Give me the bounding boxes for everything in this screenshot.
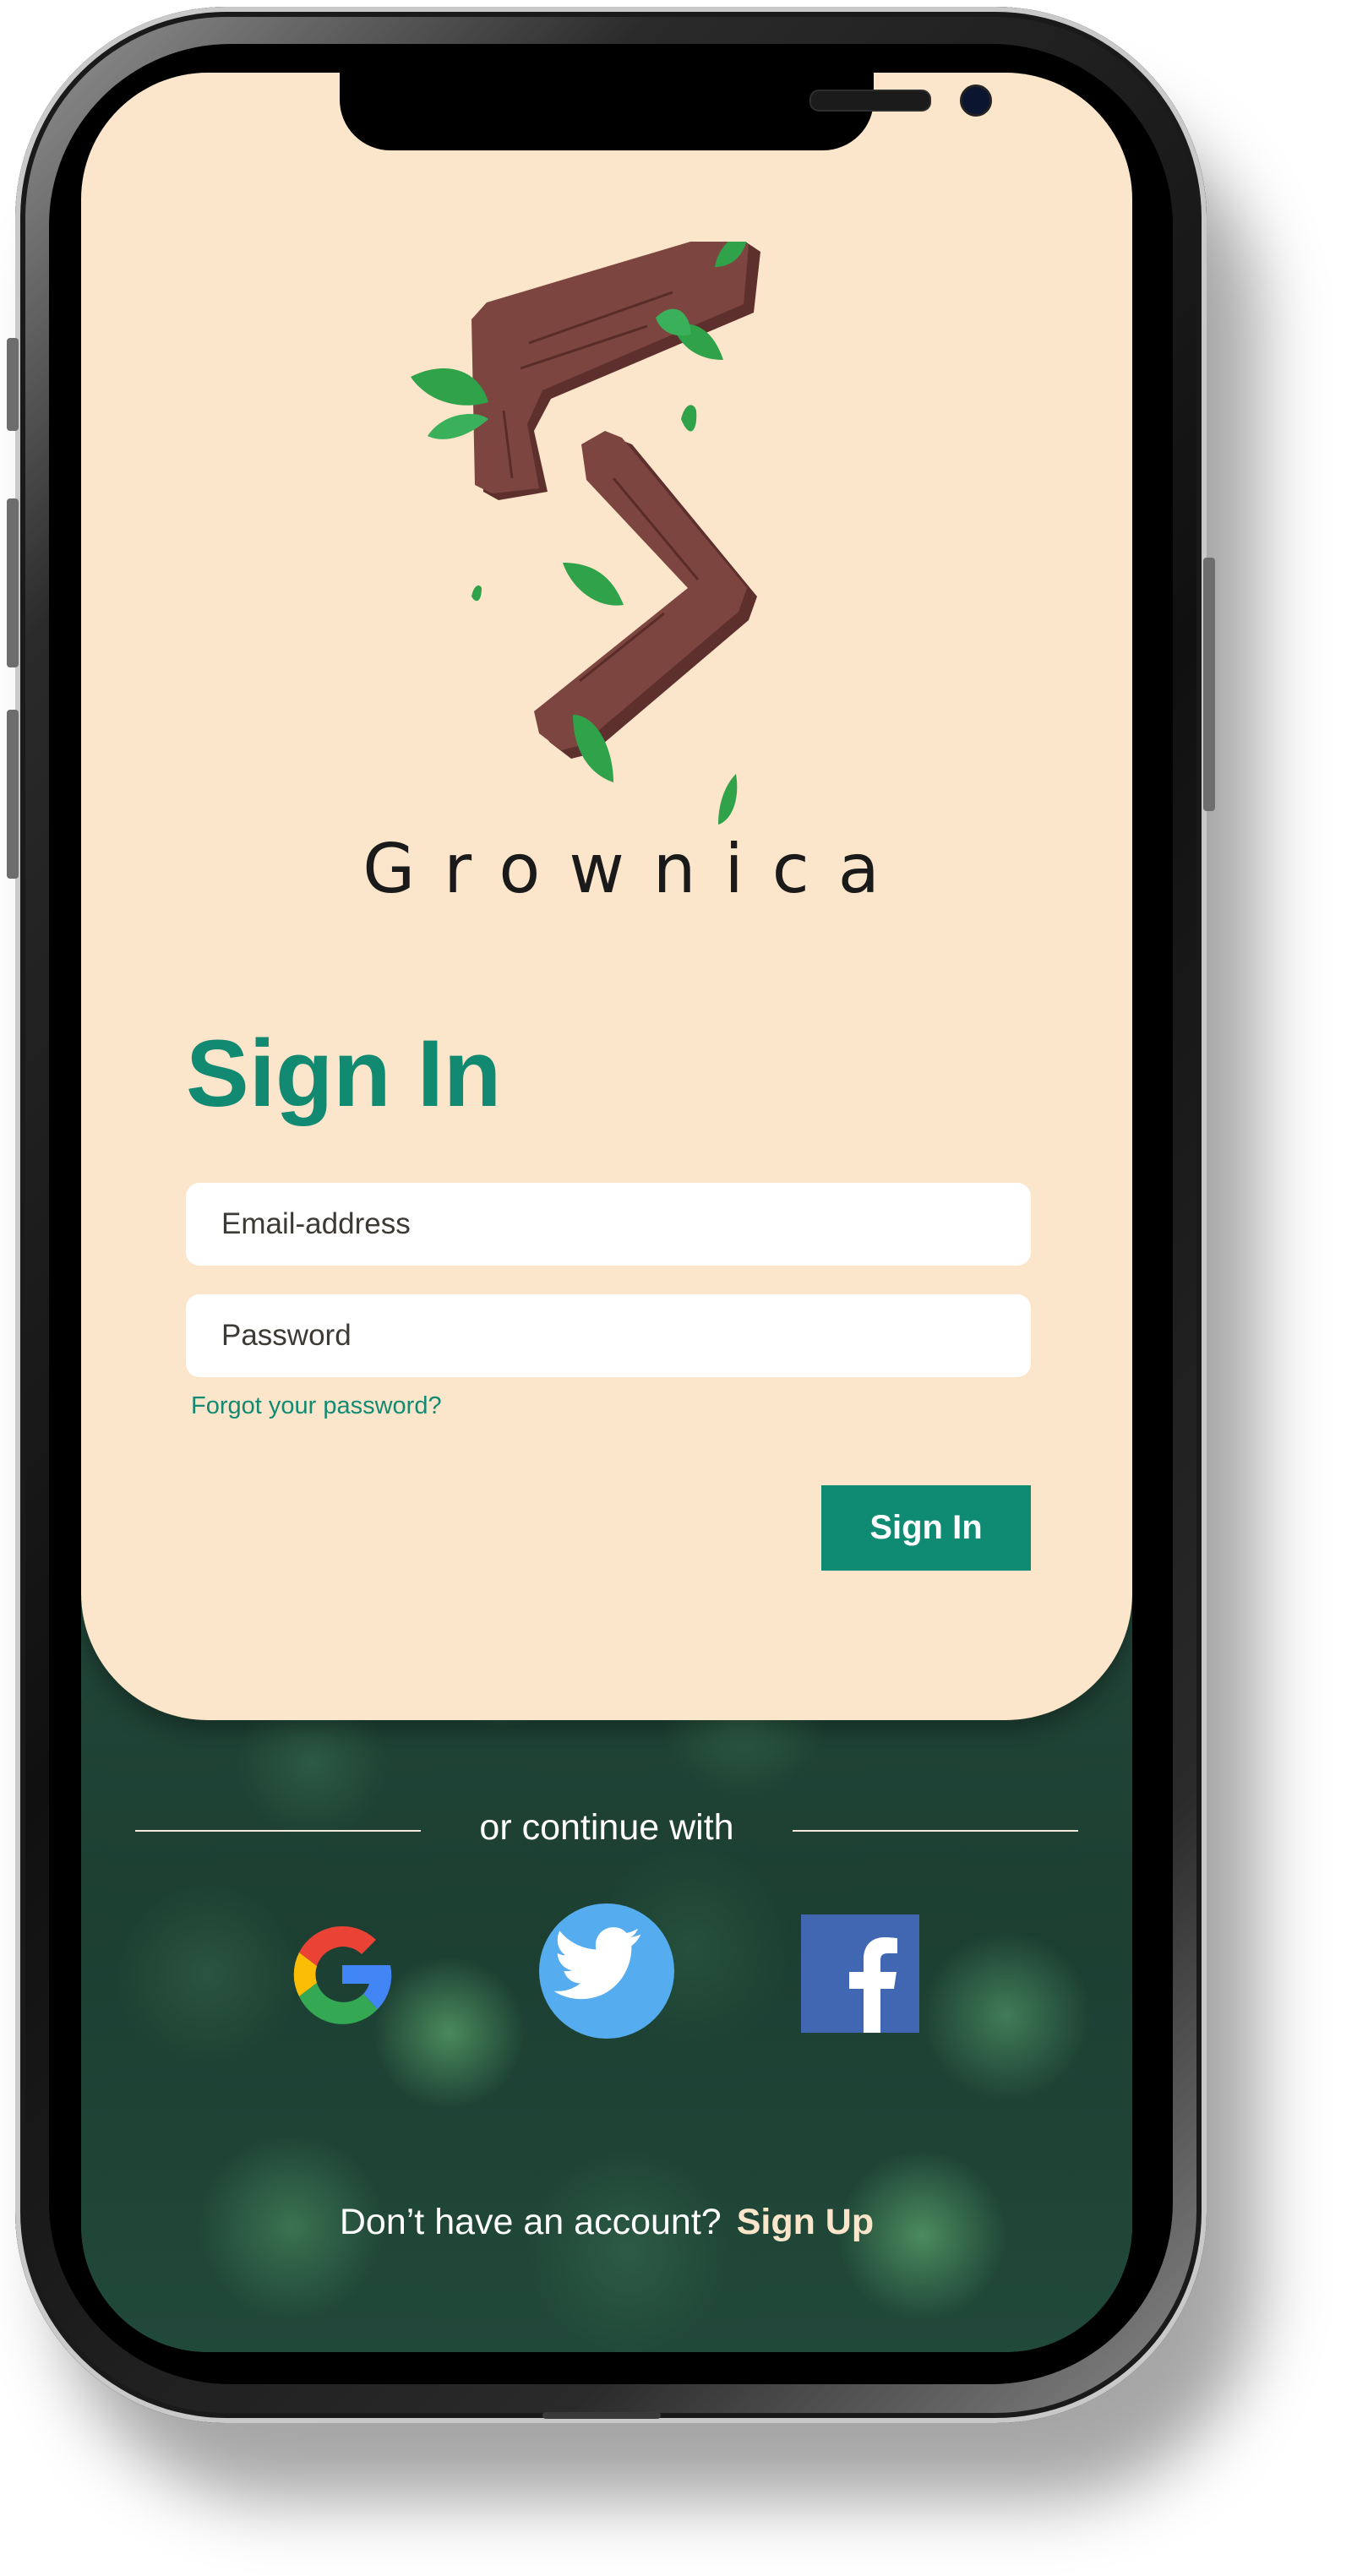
email-field[interactable] [186,1183,1031,1266]
side-button [7,710,19,879]
continue-with-text: or continue with [479,1807,734,1848]
sign-in-button[interactable]: Sign In [821,1485,1031,1571]
grownica-logo [411,242,760,825]
frame-bottom-detail [542,2412,661,2419]
side-button [1203,558,1215,811]
page-title: Sign In [186,1021,502,1126]
signup-prompt-text: Don’t have an account? [339,2202,722,2242]
sign-up-link[interactable]: Sign Up [737,2202,874,2242]
twitter-icon [539,1903,674,2039]
screen: Grownica Sign In Forgot your password? S… [81,73,1132,2352]
notch [340,73,992,150]
google-icon [293,1925,392,2024]
forgot-password-link[interactable]: Forgot your password? [191,1392,442,1420]
side-button [7,498,19,667]
front-camera [960,84,992,117]
signin-card: Grownica Sign In Forgot your password? S… [81,73,1132,1720]
password-field[interactable] [186,1294,1031,1377]
side-button [7,338,19,431]
speaker-grille [809,90,931,112]
signup-prompt: Don’t have an account? Sign Up [81,2202,1132,2243]
facebook-login-button[interactable] [801,1914,919,2033]
twitter-login-button[interactable] [538,1903,675,2040]
facebook-icon [801,1914,919,2033]
brand-name: Grownica [362,830,908,908]
google-login-button[interactable] [274,1906,411,2043]
